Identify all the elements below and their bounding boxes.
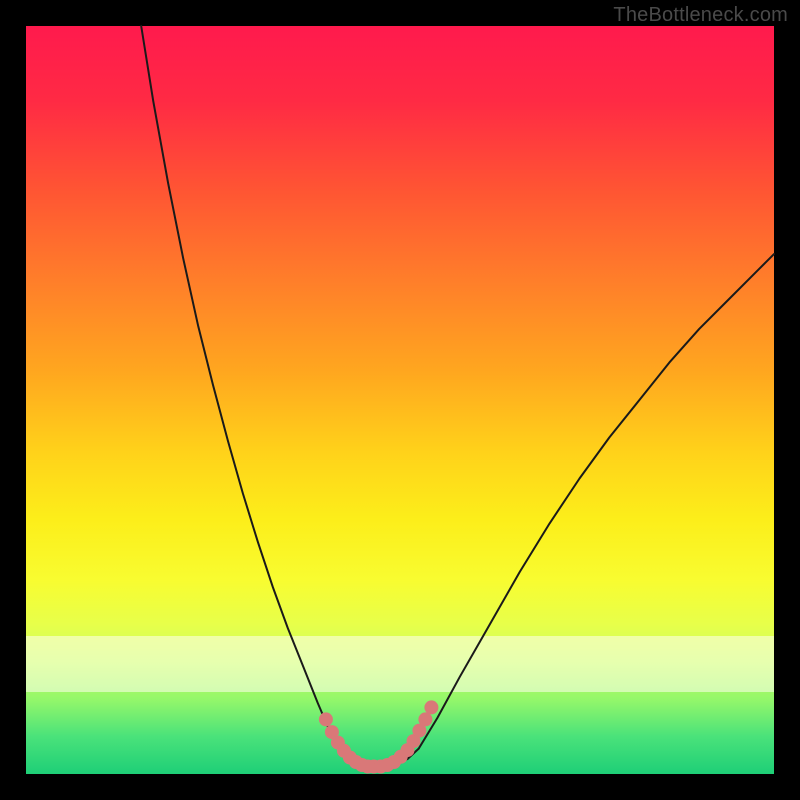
- bottleneck-curve-right: [419, 254, 774, 748]
- highlight-dot: [424, 700, 438, 714]
- watermark-text: TheBottleneck.com: [613, 4, 788, 27]
- chart-frame: TheBottleneck.com: [0, 0, 800, 800]
- bottleneck-curve-left: [141, 26, 340, 749]
- highlight-dot: [319, 712, 333, 726]
- highlight-dot: [418, 712, 432, 726]
- marker-group: [319, 700, 439, 773]
- curve-layer: [26, 26, 774, 774]
